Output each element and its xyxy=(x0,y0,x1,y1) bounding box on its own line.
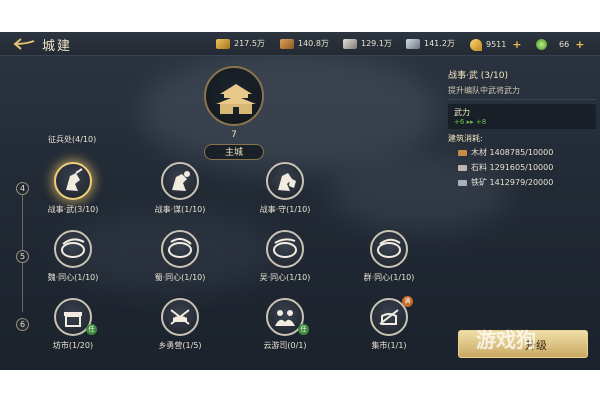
gold-value: 9511 xyxy=(486,40,507,49)
jade-resource: 66 + xyxy=(536,38,584,51)
row-level-badge: 4 xyxy=(16,182,29,195)
palace-icon xyxy=(216,84,256,114)
stat-name: 武力 xyxy=(454,108,470,117)
watermark: 游戏狗 xyxy=(476,328,536,352)
cost-text: 铁矿 1412979/20000 xyxy=(471,178,554,187)
cost-text: 木材 1408785/10000 xyxy=(471,148,554,157)
wu-emblem-icon xyxy=(266,230,304,268)
stat-current: +6 xyxy=(454,118,465,126)
tech-node-label: 蜀·同心(1/10) xyxy=(154,273,206,282)
warrior-defense-icon xyxy=(266,162,304,200)
iron-icon xyxy=(458,179,467,186)
wood-value: 140.8万 xyxy=(298,39,329,48)
tech-node-label: 战事·谋(1/10) xyxy=(154,205,206,214)
row-level-badge: 6 xyxy=(16,318,29,331)
tech-node-label: 魏·同心(1/10) xyxy=(47,273,99,282)
qun-emblem-icon xyxy=(370,230,408,268)
gold-horn-icon xyxy=(470,38,482,51)
row-level-badge: 5 xyxy=(16,250,29,263)
tech-detail-panel: 战事·武 (3/10) 提升编队中武将武力 武力 +6 ▸▸ +8 建筑消耗: … xyxy=(448,68,596,220)
military-supply-value: 217.5万 xyxy=(234,39,265,48)
tech-node-label: 坊市(1/20) xyxy=(52,341,94,350)
stat-box: 武力 +6 ▸▸ +8 xyxy=(448,104,596,129)
iron-icon xyxy=(406,38,420,49)
military-supply-icon xyxy=(216,38,230,49)
main-city-name: 主城 xyxy=(204,144,264,160)
task-badge: 任 xyxy=(86,324,97,335)
top-bar: 城建 217.5万 140.8万 129.1万 141.2万 9511 + 66… xyxy=(0,32,600,56)
jade-value: 66 xyxy=(559,40,570,49)
tech-node-war-attack[interactable]: 战事·武(3/10) xyxy=(38,162,108,222)
task-badge: 任 xyxy=(298,324,309,335)
max-badge: 满 xyxy=(402,296,413,307)
wood-icon xyxy=(458,149,467,156)
tech-node-wu-unity[interactable]: 吴·同心(1/10) xyxy=(250,230,320,290)
arrow-right-icon: ▸▸ xyxy=(466,118,474,126)
wood-resource: 140.8万 xyxy=(280,38,329,49)
tech-node-label: 群·同心(1/10) xyxy=(363,273,415,282)
tech-node-label: 乡勇营(1/5) xyxy=(158,341,202,350)
panel-title: 战事·武 (3/10) xyxy=(448,71,508,81)
main-city-emblem[interactable]: 7 主城 xyxy=(200,66,268,166)
tech-node-bazaar[interactable]: 满 集市(1/1) xyxy=(354,296,424,358)
tech-node-label: 吴·同心(1/10) xyxy=(259,273,311,282)
tech-node-militia-camp[interactable]: 乡勇营(1/5) xyxy=(145,298,215,358)
tech-node-label: 战事·守(1/10) xyxy=(259,205,311,214)
stone-value: 129.1万 xyxy=(361,39,392,48)
back-icon[interactable] xyxy=(12,37,38,51)
city-build-screen: 城建 217.5万 140.8万 129.1万 141.2万 9511 + 66… xyxy=(0,32,600,370)
wood-icon xyxy=(280,38,294,49)
tech-node-market-stall[interactable]: 任 坊市(1/20) xyxy=(38,298,108,358)
stone-icon xyxy=(343,38,357,49)
stat-values: +6 ▸▸ +8 xyxy=(454,118,590,126)
main-city-frame xyxy=(204,66,264,126)
stone-icon xyxy=(458,164,467,171)
screen-title: 城建 xyxy=(42,39,73,54)
tech-node-qun-unity[interactable]: 群·同心(1/10) xyxy=(354,230,424,290)
add-gold-button[interactable]: + xyxy=(512,38,521,51)
tech-node-war-defense[interactable]: 战事·守(1/10) xyxy=(250,162,320,222)
cost-text: 石料 1291605/10000 xyxy=(471,163,554,172)
app-frame: 城建 217.5万 140.8万 129.1万 141.2万 9511 + 66… xyxy=(0,0,600,400)
panel-description: 提升编队中武将武力 xyxy=(448,85,596,100)
main-city-level: 7 xyxy=(231,130,237,140)
tech-node-label: 云游司(0/1) xyxy=(263,341,307,350)
warrior-strategy-icon xyxy=(161,162,199,200)
tech-node-wanderer-office[interactable]: 任 云游司(0/1) xyxy=(250,298,320,358)
tech-node-war-strategy[interactable]: 战事·谋(1/10) xyxy=(145,162,215,222)
tech-node-wei-unity[interactable]: 魏·同心(1/10) xyxy=(38,230,108,290)
cost-row: 铁矿 1412979/20000 xyxy=(458,177,596,188)
stone-resource: 129.1万 xyxy=(343,38,392,49)
warrior-attack-icon xyxy=(54,162,92,200)
iron-value: 141.2万 xyxy=(424,39,455,48)
cost-title: 建筑消耗: xyxy=(448,134,483,143)
stat-next: +8 xyxy=(475,118,487,126)
cost-row: 木材 1408785/10000 xyxy=(458,147,596,158)
jade-coin-icon xyxy=(536,39,547,50)
tech-node-label: 战事·武(3/10) xyxy=(47,205,99,214)
shu-emblem-icon xyxy=(161,230,199,268)
tech-node-label: 集市(1/1) xyxy=(371,341,407,350)
military-supply-resource: 217.5万 xyxy=(216,38,265,49)
cost-row: 石料 1291605/10000 xyxy=(458,162,596,173)
recruit-office-header: 征兵处(4/10) xyxy=(48,135,97,144)
add-jade-button[interactable]: + xyxy=(575,38,584,51)
wei-emblem-icon xyxy=(54,230,92,268)
iron-resource: 141.2万 xyxy=(406,38,455,49)
gold-resource: 9511 + xyxy=(470,38,522,51)
tech-node-shu-unity[interactable]: 蜀·同心(1/10) xyxy=(145,230,215,290)
militia-camp-icon xyxy=(161,298,199,336)
